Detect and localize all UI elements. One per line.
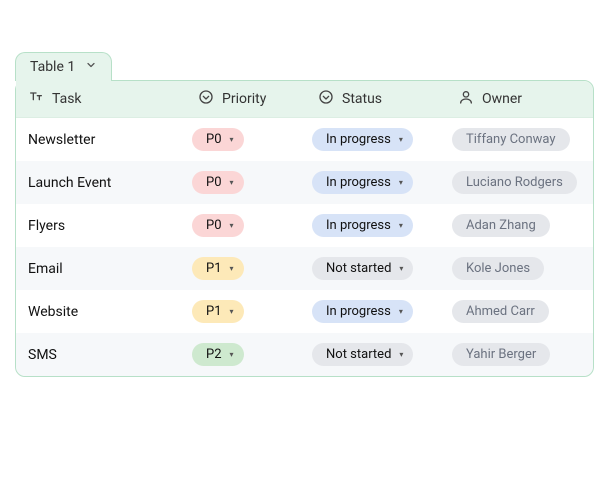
status-label: In progress [326,218,391,233]
status-label: In progress [326,175,391,190]
table-row: Newsletter P0 ▾ In progress ▾ Tiffany Conway [16,118,593,161]
owner-pill[interactable]: Kole Jones [452,257,544,280]
status-cell: Not started ▾ [312,343,452,366]
caret-down-icon: ▾ [399,178,403,187]
priority-cell: P0 ▾ [192,128,312,151]
table-row: Launch Event P0 ▾ In progress ▾ Luciano Rodge… [16,161,593,204]
column-label: Task [52,91,82,107]
caret-down-icon: ▾ [399,221,403,230]
tab-label: Table 1 [30,59,75,75]
table-row: Flyers P0 ▾ In progress ▾ Adan Zhang [16,204,593,247]
table-row: SMS P2 ▾ Not started ▾ Yahir Berger [16,333,593,376]
status-pill[interactable]: In progress ▾ [312,171,413,194]
status-label: Not started [326,261,391,276]
column-header-task[interactable]: Task [22,89,192,109]
column-header-status[interactable]: Status [312,89,452,109]
priority-label: P2 [206,347,222,362]
person-icon [458,89,474,109]
task-cell: Flyers [22,218,192,234]
task-cell: Newsletter [22,132,192,148]
caret-down-icon: ▾ [230,307,234,316]
caret-down-icon: ▾ [230,221,234,230]
priority-label: P0 [206,218,222,233]
caret-down-icon: ▾ [399,264,403,273]
status-pill[interactable]: Not started ▾ [312,343,413,366]
priority-pill[interactable]: P0 ▾ [192,171,244,194]
priority-cell: P1 ▾ [192,300,312,323]
dropdown-icon [318,89,334,109]
owner-pill[interactable]: Ahmed Carr [452,300,549,323]
priority-cell: P1 ▾ [192,257,312,280]
status-pill[interactable]: In progress ▾ [312,214,413,237]
caret-down-icon: ▾ [230,350,234,359]
priority-pill[interactable]: P1 ▾ [192,257,244,280]
priority-cell: P0 ▾ [192,214,312,237]
caret-down-icon: ▾ [230,264,234,273]
text-icon [28,89,44,109]
caret-down-icon: ▾ [230,178,234,187]
column-header-priority[interactable]: Priority [192,89,312,109]
table-header: Task Priority Status Owner [16,81,593,118]
status-pill[interactable]: Not started ▾ [312,257,413,280]
task-cell: Website [22,304,192,320]
status-cell: In progress ▾ [312,171,452,194]
status-cell: Not started ▾ [312,257,452,280]
column-label: Owner [482,91,522,107]
chevron-down-icon [85,59,97,75]
caret-down-icon: ▾ [399,350,403,359]
priority-label: P1 [206,304,222,319]
tab-table-1[interactable]: Table 1 [15,52,112,81]
table-row: Email P1 ▾ Not started ▾ Kole Jones [16,247,593,290]
column-label: Status [342,91,382,107]
owner-cell: Tiffany Conway [452,128,587,151]
owner-cell: Ahmed Carr [452,300,587,323]
owner-pill[interactable]: Yahir Berger [452,343,550,366]
owner-cell: Adan Zhang [452,214,587,237]
status-pill[interactable]: In progress ▾ [312,300,413,323]
table-body: Newsletter P0 ▾ In progress ▾ Tiffany Conway L… [16,118,593,376]
priority-pill[interactable]: P0 ▾ [192,128,244,151]
priority-pill[interactable]: P2 ▾ [192,343,244,366]
caret-down-icon: ▾ [399,135,403,144]
column-header-owner[interactable]: Owner [452,89,587,109]
owner-pill[interactable]: Tiffany Conway [452,128,570,151]
priority-cell: P0 ▾ [192,171,312,194]
owner-cell: Luciano Rodgers [452,171,587,194]
priority-pill[interactable]: P1 ▾ [192,300,244,323]
priority-label: P1 [206,261,222,276]
owner-pill[interactable]: Adan Zhang [452,214,550,237]
priority-pill[interactable]: P0 ▾ [192,214,244,237]
task-cell: SMS [22,347,192,363]
status-pill[interactable]: In progress ▾ [312,128,413,151]
owner-cell: Kole Jones [452,257,587,280]
priority-label: P0 [206,175,222,190]
priority-label: P0 [206,132,222,147]
status-cell: In progress ▾ [312,128,452,151]
dropdown-icon [198,89,214,109]
status-cell: In progress ▾ [312,300,452,323]
caret-down-icon: ▾ [399,307,403,316]
owner-cell: Yahir Berger [452,343,587,366]
table-container: Table 1 Task Priority Status [15,80,594,377]
status-cell: In progress ▾ [312,214,452,237]
owner-pill[interactable]: Luciano Rodgers [452,171,577,194]
priority-cell: P2 ▾ [192,343,312,366]
task-cell: Email [22,261,192,277]
task-cell: Launch Event [22,175,192,191]
column-label: Priority [222,91,266,107]
status-label: In progress [326,304,391,319]
caret-down-icon: ▾ [230,135,234,144]
table-row: Website P1 ▾ In progress ▾ Ahmed Carr [16,290,593,333]
status-label: In progress [326,132,391,147]
status-label: Not started [326,347,391,362]
